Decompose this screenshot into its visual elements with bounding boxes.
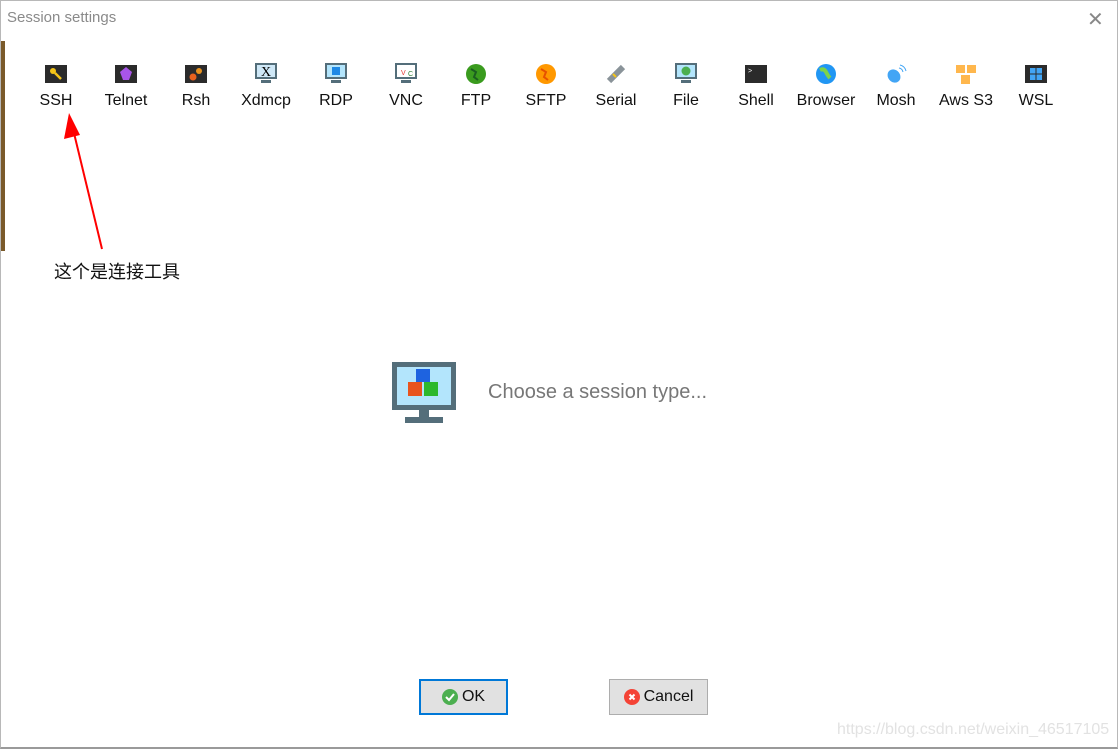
session-type-file[interactable]: File xyxy=(651,63,721,110)
annotation-text: 这个是连接工具 xyxy=(54,262,180,283)
cancel-label: Cancel xyxy=(643,688,694,705)
session-settings-dialog: Session settings ✕ SSH Telnet Rsh X Xdmcp RDP… xyxy=(0,0,1118,749)
session-type-label: Browser xyxy=(796,92,856,109)
session-type-label: SFTP xyxy=(525,92,567,109)
check-icon xyxy=(441,689,458,705)
session-type-shell[interactable]: > Shell xyxy=(721,63,791,110)
session-type-label: Shell xyxy=(738,92,774,109)
svg-text:V: V xyxy=(401,70,406,77)
session-type-label: FTP xyxy=(460,92,492,109)
terminal-icon: > xyxy=(745,63,767,85)
windows-monitor-icon xyxy=(325,63,347,85)
close-icon[interactable]: ✕ xyxy=(1087,7,1104,32)
session-type-rdp[interactable]: RDP xyxy=(301,63,371,110)
windows-logo-icon xyxy=(1025,63,1047,85)
session-type-vnc[interactable]: V C VNC xyxy=(371,63,441,110)
svg-text:>: > xyxy=(748,68,752,75)
session-type-sftp[interactable]: SFTP xyxy=(511,63,581,110)
session-type-label: Aws S3 xyxy=(939,92,993,109)
session-type-ftp[interactable]: FTP xyxy=(441,63,511,110)
cubes-icon xyxy=(955,63,977,85)
vnc-monitor-icon: VC xyxy=(395,63,417,85)
ok-label: OK xyxy=(461,688,486,705)
session-type-wsl[interactable]: WSL xyxy=(1001,63,1071,110)
session-type-label: VNC xyxy=(389,92,423,109)
cancel-x-icon xyxy=(623,689,640,705)
globe-monitor-icon xyxy=(675,63,697,85)
plug-icon xyxy=(605,63,627,85)
session-type-serial[interactable]: Serial xyxy=(581,63,651,110)
orange-globe-icon xyxy=(535,63,557,85)
satellite-dish-icon xyxy=(885,63,907,85)
session-type-label: File xyxy=(673,92,699,109)
annotation-arrow xyxy=(64,113,103,250)
watermark: https://blog.csdn.net/weixin_46517105 xyxy=(837,721,1110,738)
session-type-label: Serial xyxy=(595,92,637,109)
session-type-label: RDP xyxy=(319,92,353,109)
session-type-mosh[interactable]: Mosh xyxy=(861,63,931,110)
earth-icon xyxy=(815,63,837,85)
session-type-label: WSL xyxy=(1018,92,1054,109)
choose-session-placeholder: Choose a session type... xyxy=(488,381,708,403)
cancel-button[interactable]: Cancel xyxy=(609,679,708,715)
session-type-browser[interactable]: Browser xyxy=(791,63,861,110)
svg-text:C: C xyxy=(408,71,413,78)
ok-button[interactable]: OK xyxy=(419,679,508,715)
green-globe-icon xyxy=(465,63,487,85)
session-monitor-icon xyxy=(392,362,456,423)
session-type-aws-s3[interactable]: Aws S3 xyxy=(931,63,1001,110)
session-type-label: Mosh xyxy=(876,92,916,109)
